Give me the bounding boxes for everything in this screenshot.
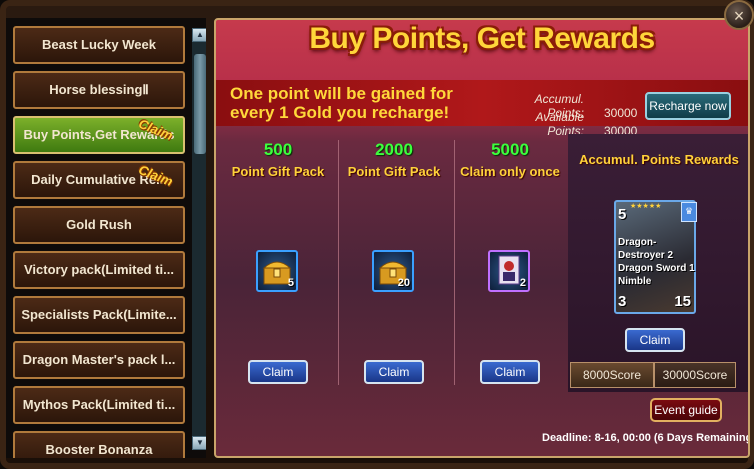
sidebar-item-booster-bonanza[interactable]: Booster Bonanza — [13, 431, 185, 458]
recharge-notice: One point will be gained for every 1 Gol… — [230, 84, 453, 122]
card-level: 5 — [618, 206, 627, 223]
sidebar-item-mythos-pack[interactable]: Mythos Pack(Limited ti... — [13, 386, 185, 424]
card-hp: 15 — [674, 293, 691, 310]
item-count: 2 — [519, 277, 526, 289]
claim-button[interactable]: Claim — [364, 360, 424, 384]
scroll-up-icon[interactable]: ▲ — [192, 28, 206, 42]
event-main-panel: Buy Points, Get Rewards One point will b… — [214, 18, 750, 458]
pack-label: Point Gift Pack — [347, 164, 441, 179]
card-attack: 3 — [618, 293, 627, 310]
sidebar-item-daily-cumulative[interactable]: Daily Cumulative Re... — [13, 161, 185, 199]
close-icon[interactable]: × — [724, 0, 754, 30]
page-title: Buy Points, Get Rewards — [309, 22, 655, 55]
scroll-thumb[interactable] — [194, 54, 206, 154]
hero-card-item-icon[interactable]: 2 — [488, 250, 530, 292]
sidebar-item-dragon-master-pack[interactable]: Dragon Master's pack l... — [13, 341, 185, 379]
pack-points: 500 — [263, 140, 293, 159]
pack-points: 5000 — [491, 140, 529, 159]
sidebar-item-beast-lucky-week[interactable]: Beast Lucky Week — [13, 26, 185, 64]
reward-hero-card[interactable]: ★★★★★ 5 ♛ Dragon-Destroyer 2 Dragon Swor… — [614, 200, 697, 314]
tab-30000-score[interactable]: 30000Score — [654, 362, 736, 388]
sidebar-item-gold-rush[interactable]: Gold Rush — [13, 206, 185, 244]
item-count: 5 — [287, 277, 294, 289]
card-skills: Dragon-Destroyer 2 Dragon Sword 1 Nimble — [618, 237, 695, 287]
treasure-chest-icon[interactable]: 20 — [372, 250, 414, 292]
claim-button[interactable]: Claim — [248, 360, 308, 384]
claim-button[interactable]: Claim — [480, 360, 540, 384]
treasure-chest-icon[interactable]: 5 — [256, 250, 298, 292]
sidebar-item-specialists-pack[interactable]: Specialists Pack(Limite... — [13, 296, 185, 334]
sidebar-item-horse-blessing[interactable]: Horse blessingⅡ — [13, 71, 185, 109]
event-guide-button[interactable]: Event guide — [650, 398, 722, 422]
tab-8000-score[interactable]: 8000Score — [570, 362, 654, 388]
pack-label: Claim only once — [460, 164, 560, 179]
item-count: 20 — [397, 277, 410, 289]
pack-label: Point Gift Pack — [231, 164, 325, 179]
scroll-down-icon[interactable]: ▼ — [192, 436, 206, 450]
recharge-now-button[interactable]: Recharge now — [645, 92, 731, 120]
sidebar-scrollbar[interactable]: ▲ ▼ — [192, 28, 206, 450]
event-sidebar: Beast Lucky Week Horse blessingⅡ Buy Poi… — [6, 18, 206, 458]
sidebar-item-victory-pack[interactable]: Victory pack(Limited ti... — [13, 251, 185, 289]
sidebar-item-buy-points[interactable]: Buy Points,Get Rewards — [13, 116, 185, 154]
claim-reward-button[interactable]: Claim — [625, 328, 685, 352]
pack-points: 2000 — [375, 140, 413, 159]
deadline-text: Deadline: 8-16, 00:00 (6 Days Remaining) — [542, 432, 750, 444]
card-rarity-icon: ♛ — [681, 202, 697, 222]
star-rating-icon: ★★★★★ — [630, 203, 662, 210]
accumulated-rewards-title: Accumul. Points Rewards — [579, 152, 739, 167]
